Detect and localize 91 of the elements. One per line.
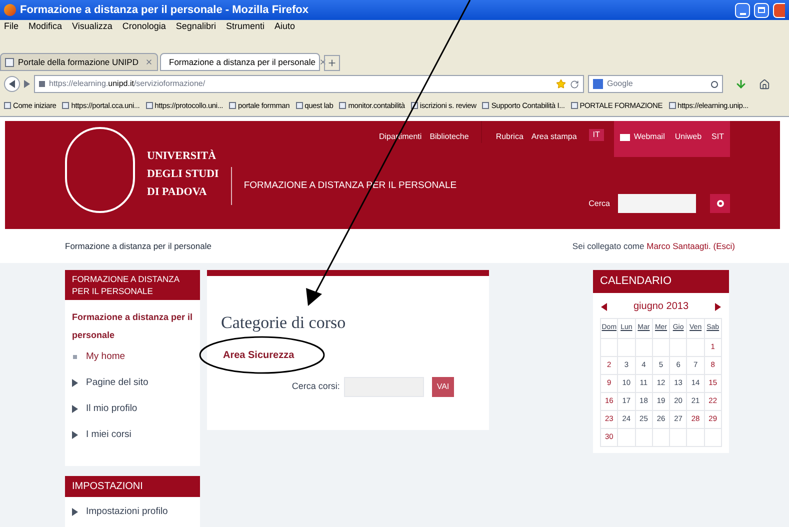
bookmark-icon (296, 102, 303, 109)
mail-icon (620, 134, 630, 140)
breadcrumb-link[interactable]: Formazione a distanza per il personale (65, 240, 212, 252)
calendar-cell (670, 428, 688, 446)
address-bar[interactable]: https://elearning.unipd.it/servizioformazione/ (34, 75, 584, 93)
university-seal-icon (65, 127, 135, 213)
login-info: Sei collegato come Marco Santaagti. (Esci) (572, 240, 735, 252)
search-field[interactable]: Google (588, 75, 723, 93)
header-link[interactable]: Rubrica (496, 131, 524, 143)
header-link[interactable]: Webmail (634, 131, 665, 143)
header-link[interactable]: SIT (712, 131, 724, 143)
bookmark-icon (668, 102, 676, 109)
menu-item[interactable]: Segnalibri (176, 20, 216, 34)
back-button[interactable] (4, 76, 20, 92)
page-icon (5, 58, 14, 66)
calendar-cell (652, 428, 670, 446)
menu-item[interactable]: Strumenti (226, 20, 264, 34)
next-month-button[interactable] (715, 302, 721, 310)
language-button[interactable]: IT (588, 129, 604, 141)
month-title: giugno 2013 (633, 300, 689, 314)
google-icon (593, 79, 603, 89)
calendar-cell (618, 338, 636, 356)
block-title: CALENDARIO (593, 270, 729, 292)
bullet-icon (73, 355, 77, 359)
minimize-button[interactable] (735, 2, 750, 18)
calendar-cell (670, 338, 688, 356)
nav-link[interactable]: Il mio profilo (86, 402, 138, 416)
header-link[interactable]: Area stampa (531, 131, 577, 143)
page-heading: Categorie di corso (221, 312, 347, 334)
calendar-cell (687, 428, 705, 446)
nav-link[interactable]: Impostazioni profilo (86, 504, 168, 520)
current-section-link[interactable]: Formazione a distanza per il personale (72, 308, 193, 344)
nav-link[interactable]: Pagine del sito (86, 376, 148, 390)
category-link[interactable]: Area Sicurezza (223, 348, 475, 362)
window-title: Formazione a distanza per il personale - Mozilla Firefox (20, 2, 310, 18)
nav-link[interactable]: I miei corsi (86, 428, 132, 442)
search-icon (716, 200, 724, 207)
home-icon[interactable] (759, 78, 770, 90)
expand-arrow-icon (72, 379, 78, 387)
bookmark-icon (570, 102, 578, 109)
calendar-cell (636, 338, 653, 356)
back-arrow-icon (9, 80, 15, 88)
forward-arrow-icon (24, 80, 30, 88)
search-icon[interactable] (711, 80, 718, 88)
block-title: IMPOSTAZIONI (65, 476, 200, 497)
header-link[interactable]: Biblioteche (430, 131, 469, 143)
calendar-cell (704, 428, 722, 446)
maximize-button[interactable] (754, 2, 769, 18)
menu-item[interactable]: File (4, 20, 19, 34)
search-label: Cerca (588, 198, 610, 210)
reload-icon[interactable] (570, 80, 579, 88)
right-arrow-icon (715, 302, 721, 310)
download-icon[interactable] (735, 78, 747, 90)
previous-month-button[interactable] (601, 302, 607, 310)
calendar-cell (652, 338, 670, 356)
bookmark-icon (62, 102, 70, 109)
expand-arrow-icon (72, 405, 78, 413)
new-tab-button[interactable] (324, 55, 340, 71)
nav-link[interactable]: My home (86, 350, 126, 364)
search-label: Cerca corsi: (292, 380, 340, 393)
search-button[interactable] (710, 194, 730, 213)
star-icon[interactable] (556, 79, 566, 89)
go-button[interactable]: VAI (432, 376, 454, 396)
site-search-field[interactable] (618, 194, 696, 213)
calendar-cell (636, 428, 653, 446)
plus-icon (327, 58, 337, 68)
calendar-cell (618, 428, 636, 446)
header-link[interactable]: Uniweb (674, 131, 702, 143)
firefox-icon (4, 4, 16, 16)
logout-link[interactable]: (Esci) (713, 240, 735, 251)
lock-icon (39, 81, 45, 87)
bookmark-icon (229, 102, 236, 109)
menu-item[interactable]: Aiuto (274, 20, 295, 34)
left-arrow-icon (601, 302, 607, 310)
browser-tab[interactable]: Portale della formazione UNIPD (0, 53, 158, 71)
expand-arrow-icon (72, 508, 78, 516)
close-button[interactable] (773, 2, 785, 18)
close-tab-icon[interactable] (145, 58, 153, 66)
university-name: UNIVERSITÀ DEGLI STUDI DI PADOVA (147, 148, 219, 200)
bookmark-icon (4, 102, 11, 109)
block-title: FORMAZIONE A DISTANZA PER IL PERSONALE (65, 270, 200, 300)
bookmark-icon (146, 102, 153, 109)
course-search-field[interactable] (344, 376, 424, 396)
menu-item[interactable]: Modifica (28, 20, 62, 34)
menu-item[interactable]: Cronologia (122, 20, 166, 34)
expand-arrow-icon (72, 431, 78, 439)
bookmark-icon (482, 102, 490, 109)
menu-item[interactable]: Visualizza (72, 20, 112, 34)
bookmark-icon (339, 102, 346, 109)
user-link[interactable]: Marco Santaagti. (646, 240, 711, 251)
calendar-cell (687, 338, 705, 356)
